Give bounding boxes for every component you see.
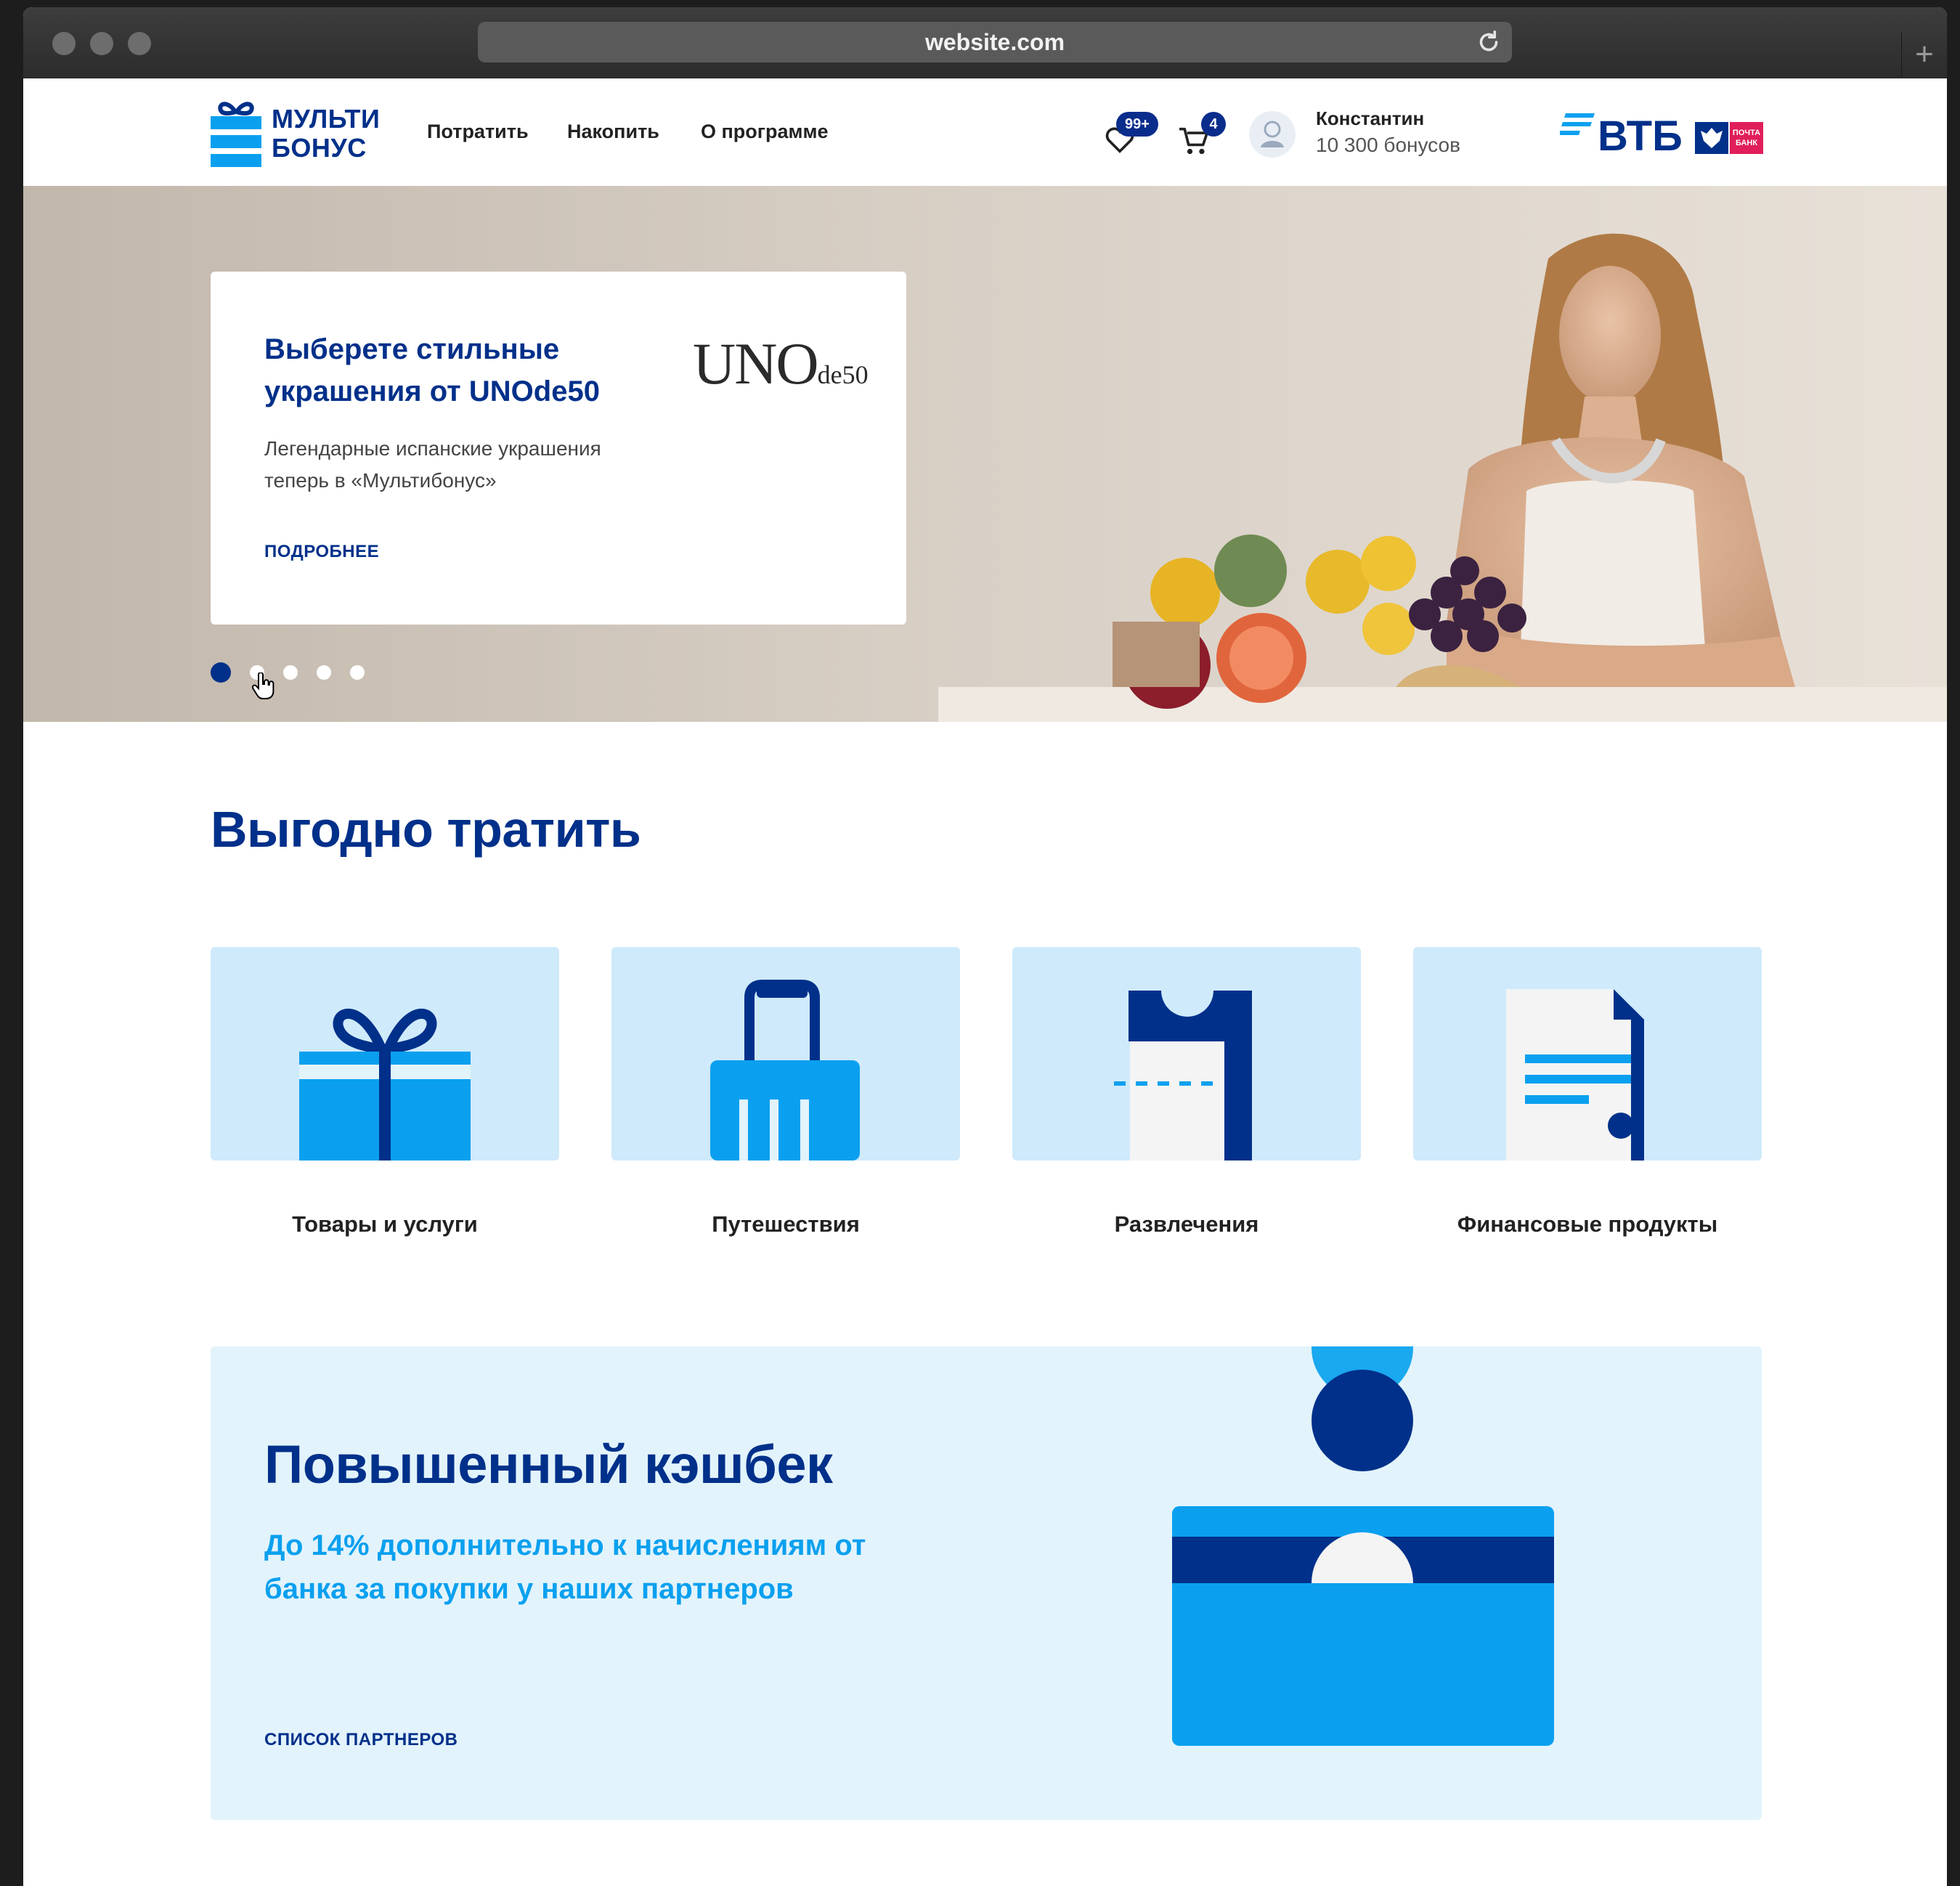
category-label: Товары и услуги — [292, 1211, 478, 1237]
category-finance[interactable]: Финансовые продукты — [1413, 947, 1762, 1237]
hand-cursor-icon — [251, 672, 275, 699]
logo-line-1: МУЛЬТИ — [272, 104, 381, 134]
gift-logo-icon — [211, 102, 261, 167]
suitcase-icon — [710, 980, 860, 1161]
minimize-window-button[interactable] — [90, 32, 113, 55]
promo-title: Выберете стильные украшения от UNOde50 — [264, 333, 600, 407]
partners-list-link[interactable]: СПИСОК ПАРТНЕРОВ — [264, 1730, 458, 1750]
user-icon — [1261, 121, 1284, 147]
nav-spend[interactable]: Потратить — [427, 121, 529, 143]
vtb-logo: ВТБ ПОЧТА БАНК — [1560, 113, 1773, 160]
vtb-logo-text: ВТБ — [1598, 113, 1683, 160]
user-bonus-balance: 10 300 бонусов — [1316, 134, 1460, 156]
reload-icon[interactable] — [1476, 29, 1502, 55]
carousel-dot-1[interactable] — [211, 662, 231, 683]
hero-banner: Выберете стильные украшения от UNOde50 U… — [23, 186, 1947, 722]
cart-badge: 4 — [1201, 112, 1226, 137]
cashback-banner: Повышенный кэшбек До 14% дополнительно к… — [211, 1346, 1762, 1820]
carousel-dot-3[interactable] — [283, 665, 298, 680]
nav-about[interactable]: О программе — [701, 121, 829, 143]
multibonus-logo[interactable]: МУЛЬТИ БОНУС — [211, 100, 385, 167]
category-label: Развлечения — [1114, 1211, 1259, 1237]
cashback-title: Повышенный кэшбек — [264, 1434, 833, 1495]
category-label: Финансовые продукты — [1457, 1211, 1718, 1237]
category-entertainment[interactable]: Развлечения — [1012, 947, 1361, 1237]
logo-text: МУЛЬТИ БОНУС — [272, 105, 380, 163]
gift-icon — [299, 1008, 471, 1161]
cashback-subtitle: До 14% дополнительно к начислениям от ба… — [264, 1529, 866, 1605]
brand-main-text: UNO — [693, 330, 819, 397]
browser-toolbar: website.com + — [23, 7, 1947, 79]
promo-description: Легендарные испанские украшения теперь в… — [264, 437, 601, 492]
logo-line-2: БОНУС — [272, 133, 367, 163]
document-icon — [1506, 989, 1644, 1161]
new-tab-button[interactable]: + — [1901, 32, 1947, 77]
carousel-dot-5[interactable] — [350, 665, 365, 680]
browser-window: website.com + МУЛЬТИ БОНУС Потратить Нак… — [23, 7, 1947, 1886]
maximize-window-button[interactable] — [128, 32, 151, 55]
favorites-badge: 99+ — [1116, 112, 1158, 137]
user-name[interactable]: Константин — [1316, 107, 1424, 130]
carousel-dot-4[interactable] — [317, 665, 331, 680]
nav-earn[interactable]: Накопить — [567, 121, 659, 143]
avatar[interactable] — [1249, 111, 1296, 158]
site-header: МУЛЬТИ БОНУС Потратить Накопить О програ… — [23, 78, 1947, 186]
promo-card[interactable]: Выберете стильные украшения от UNOde50 U… — [211, 272, 906, 625]
ticket-icon — [1114, 991, 1252, 1161]
category-travel[interactable]: Путешествия — [611, 947, 960, 1237]
close-window-button[interactable] — [52, 32, 76, 55]
vtb-stripes-icon — [1560, 113, 1595, 135]
promo-more-link[interactable]: ПОДРОБНЕЕ — [264, 542, 379, 562]
address-bar[interactable]: website.com — [478, 22, 1512, 62]
url-text: website.com — [924, 28, 1065, 55]
wallet-coin-illustration — [1172, 1346, 1554, 1746]
brand-sub-text: de50 — [817, 360, 869, 389]
category-goods[interactable]: Товары и услуги — [211, 947, 559, 1237]
eagle-emblem-icon — [1695, 122, 1728, 154]
pochta-bank-logo: ПОЧТА БАНК — [1730, 122, 1763, 154]
spend-section-title: Выгодно тратить — [211, 801, 641, 858]
category-label: Путешествия — [712, 1211, 860, 1237]
unode50-logo: UNOde50 — [693, 330, 869, 398]
